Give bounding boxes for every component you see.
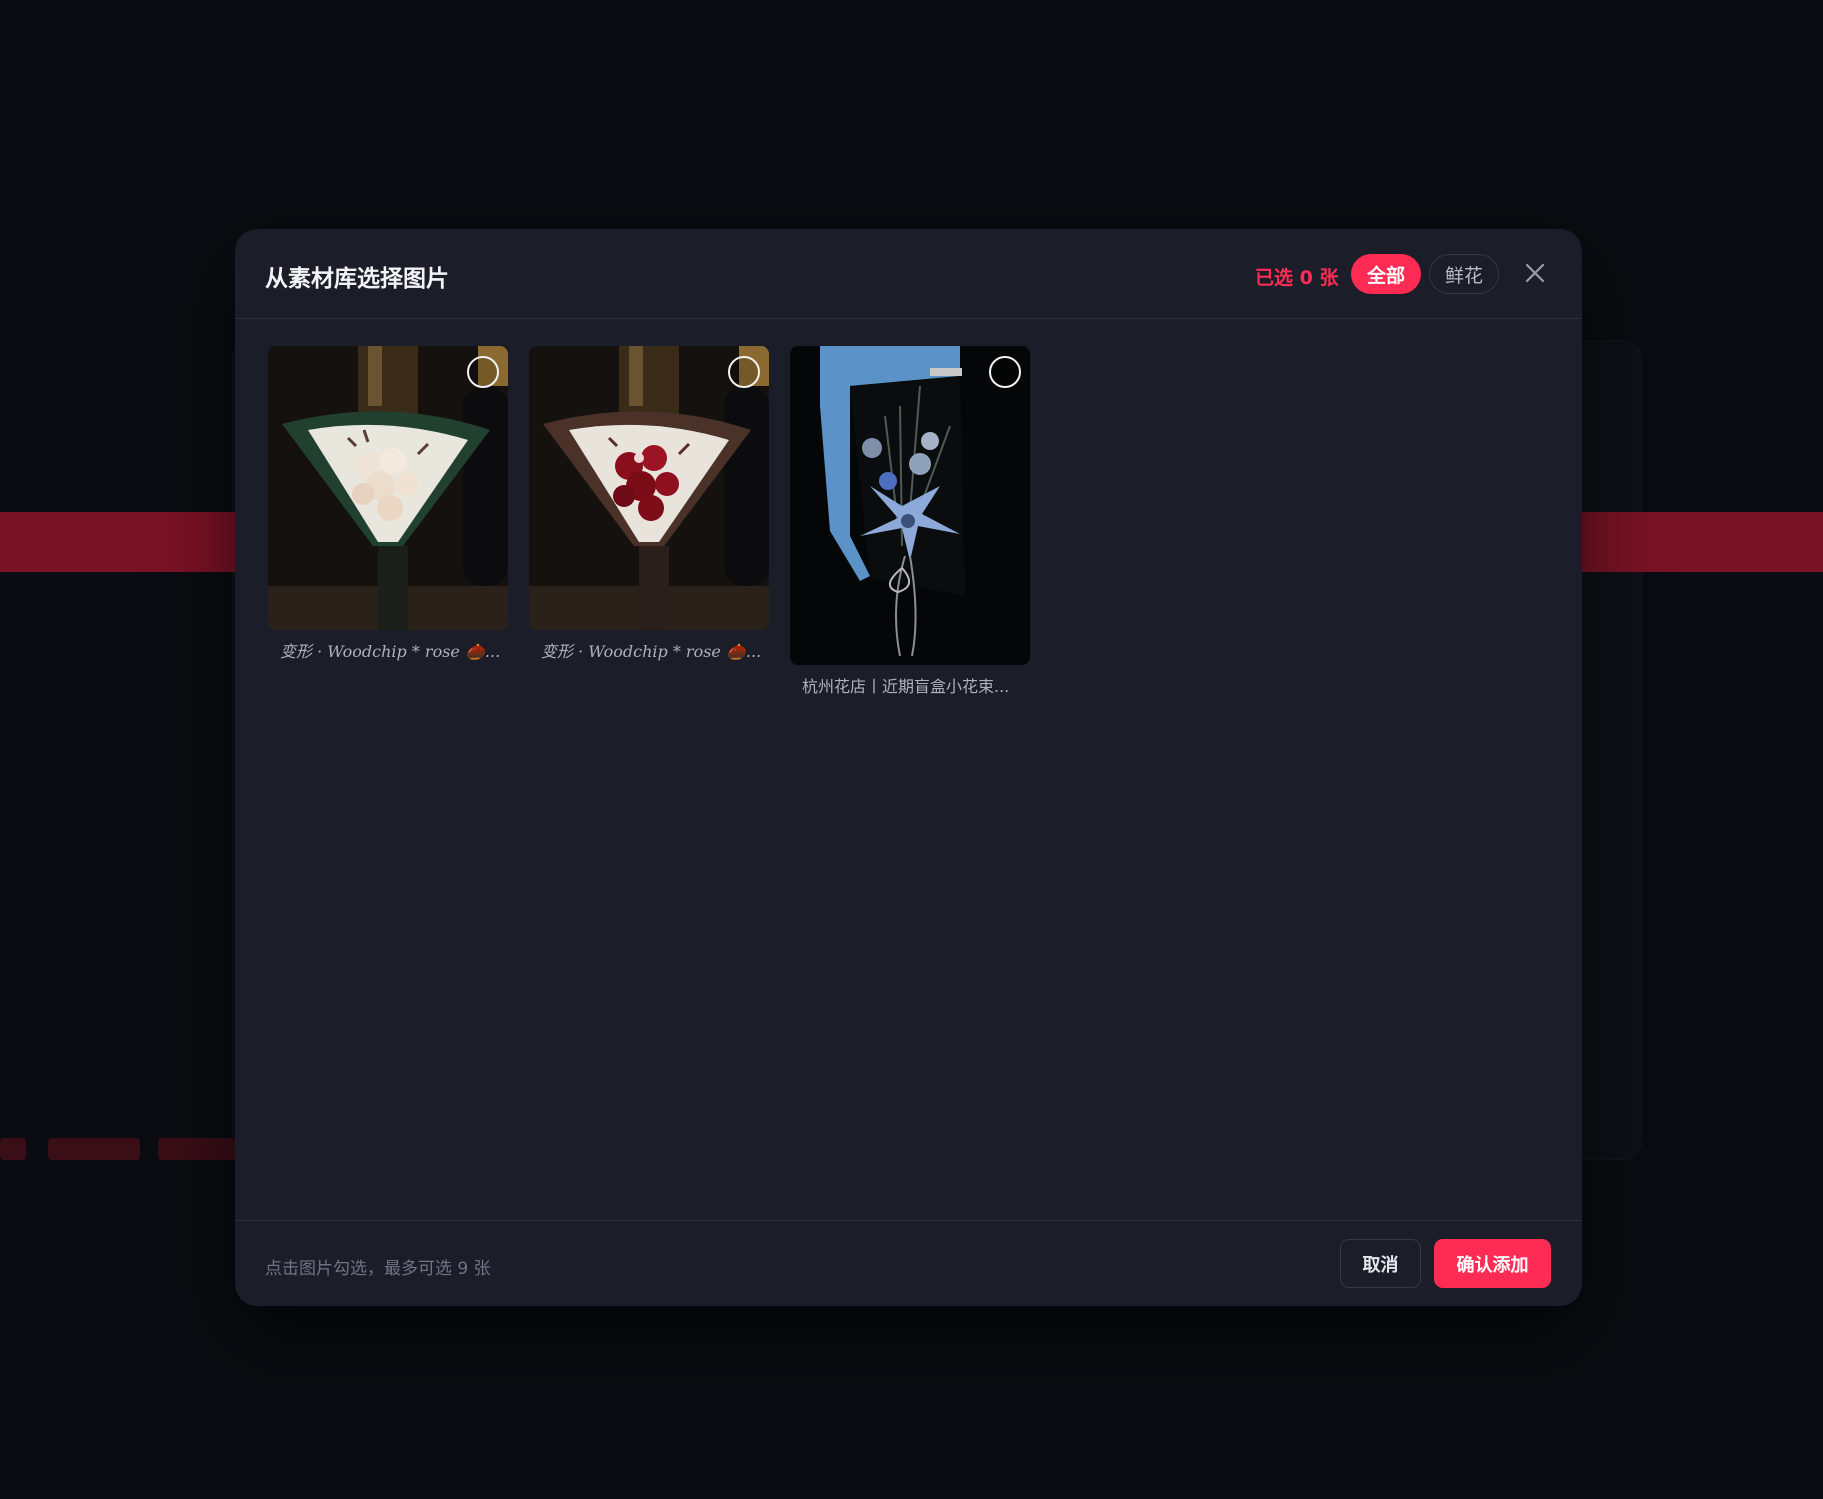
material-thumbnail[interactable]	[529, 346, 769, 630]
select-checkbox[interactable]	[989, 356, 1021, 388]
material-thumbnail[interactable]	[790, 346, 1030, 665]
modal-header: 从素材库选择图片 已选 0 张 全部 鲜花	[235, 229, 1582, 319]
cancel-button[interactable]: 取消	[1340, 1239, 1421, 1288]
material-caption: 杭州花店丨近期盲盒小花束...	[802, 677, 1010, 696]
background-tag	[48, 1138, 140, 1160]
bouquet-blue-lily-image	[790, 346, 1030, 665]
material-caption: 变形 · Woodchip * rose 🌰...	[280, 642, 501, 661]
background-tag	[0, 1138, 26, 1160]
material-card[interactable]: 变形 · Woodchip * rose 🌰...	[268, 346, 508, 662]
background-tag	[158, 1138, 238, 1160]
select-checkbox[interactable]	[467, 356, 499, 388]
filter-chip-flowers[interactable]: 鲜花	[1429, 254, 1499, 294]
bouquet-white-roses-image	[268, 346, 508, 630]
material-caption: 变形 · Woodchip * rose 🌰...	[541, 642, 762, 661]
bouquet-red-roses-image	[529, 346, 769, 630]
material-card[interactable]: 变形 · Woodchip * rose 🌰...	[529, 346, 769, 662]
modal-title: 从素材库选择图片	[265, 266, 449, 292]
select-checkbox[interactable]	[728, 356, 760, 388]
confirm-add-button[interactable]: 确认添加	[1434, 1239, 1551, 1288]
selected-count: 已选 0 张	[1255, 267, 1339, 289]
material-card[interactable]: 杭州花店丨近期盲盒小花束...	[790, 346, 1030, 697]
close-icon	[1525, 263, 1545, 283]
material-thumbnail[interactable]	[268, 346, 508, 630]
filter-chip-all[interactable]: 全部	[1351, 254, 1421, 294]
selection-hint: 点击图片勾选，最多可选 9 张	[265, 1259, 491, 1279]
material-picker-modal: 从素材库选择图片 已选 0 张 全部 鲜花 变形 · Woodchip * ro…	[235, 229, 1582, 1306]
close-button[interactable]	[1517, 255, 1553, 291]
modal-footer: 点击图片勾选，最多可选 9 张 取消 确认添加	[235, 1220, 1582, 1306]
